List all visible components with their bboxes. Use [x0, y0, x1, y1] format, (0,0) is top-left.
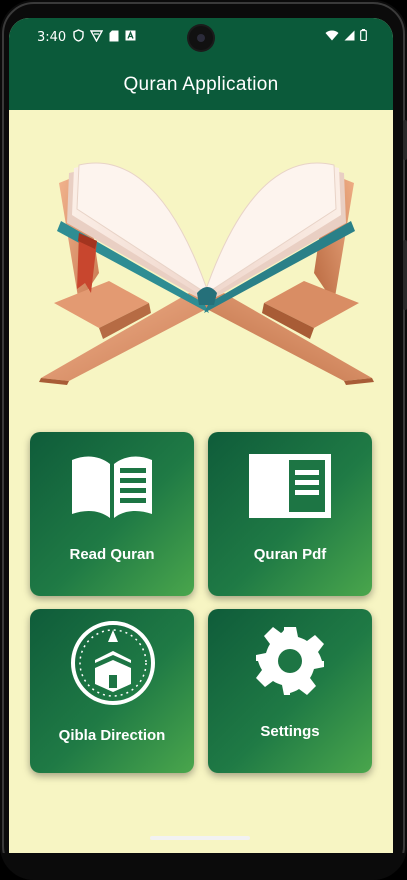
wifi-icon	[325, 30, 339, 40]
quran-book-illustration	[39, 162, 374, 385]
status-time: 3:40	[37, 30, 67, 45]
phone-frame: 3:40 Quran Application Read Quran Quran …	[0, 0, 407, 880]
shield-icon	[73, 29, 84, 42]
read-quran-card[interactable]: Read Quran	[30, 432, 194, 596]
settings-card[interactable]: Settings	[208, 609, 372, 773]
qibla-direction-label: Qibla Direction	[58, 727, 166, 744]
volume-button	[403, 120, 407, 160]
quran-pdf-label: Quran Pdf	[253, 546, 327, 563]
navigation-bar	[0, 853, 407, 880]
front-camera	[189, 26, 213, 50]
status-bar: 3:40	[9, 18, 393, 60]
power-button	[403, 240, 407, 310]
quran-pdf-card[interactable]: Quran Pdf	[208, 432, 372, 596]
qibla-direction-card[interactable]: Qibla Direction	[30, 609, 194, 773]
status-right-icons	[325, 29, 367, 41]
app-screen: 3:40 Quran Application Read Quran Quran …	[9, 18, 393, 853]
app-title: Quran Application	[9, 60, 393, 110]
read-quran-label: Read Quran	[69, 546, 155, 563]
gear-icon	[256, 627, 324, 695]
battery-icon	[360, 29, 367, 41]
settings-label: Settings	[260, 723, 320, 740]
notification-a-icon	[125, 30, 136, 41]
status-left-icons	[73, 29, 136, 42]
kaaba-compass-icon	[71, 621, 155, 705]
home-indicator[interactable]	[150, 836, 250, 840]
vpn-icon	[90, 29, 103, 42]
pdf-document-icon	[249, 454, 331, 518]
open-book-icon	[72, 456, 152, 518]
sd-card-icon	[109, 30, 119, 41]
signal-icon	[344, 30, 355, 40]
